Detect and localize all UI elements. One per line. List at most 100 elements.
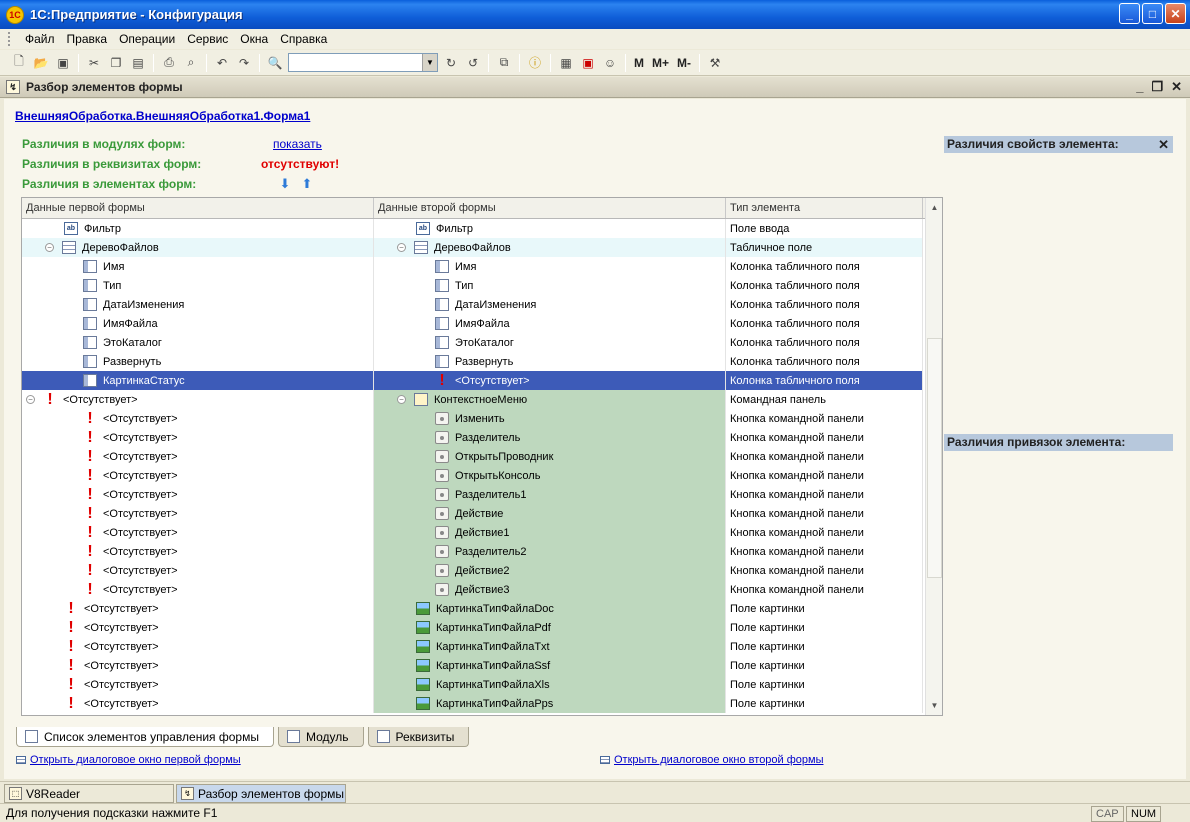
menu-help[interactable]: Справка — [274, 32, 333, 46]
table-row[interactable]: ДатаИзменения ДатаИзменения Колонка таблич… — [22, 295, 942, 314]
column-header-type[interactable]: Тип элемента — [726, 198, 923, 218]
table-row[interactable]: ИмяФайла ИмяФайла Колонка табличного поля — [22, 314, 942, 333]
table-row[interactable]: ! <Отсутствует> КартинкаТипФайлаPps Поле ка… — [22, 694, 942, 713]
table-row[interactable]: ! <Отсутствует> ОткрытьКонсоль Кнопка коман… — [22, 466, 942, 485]
search-input[interactable]: ▼ — [288, 53, 438, 72]
print-icon[interactable]: ⎙ — [160, 54, 178, 72]
collapse-icon[interactable]: − — [397, 395, 406, 404]
open-second-form-link[interactable]: Открыть диалоговое окно второй формы — [600, 754, 824, 766]
table-row[interactable]: ! <Отсутствует> Действие2 Кнопка командной … — [22, 561, 942, 580]
props-diff-title: Различия свойств элемента: — [947, 137, 1119, 151]
cut-icon[interactable]: ✂ — [85, 54, 103, 72]
arrow-up-icon[interactable]: ⬆ — [300, 176, 314, 191]
tools-icon[interactable]: ⚒ — [706, 54, 724, 72]
table-row[interactable]: ! <Отсутствует> Действие1 Кнопка командной … — [22, 523, 942, 542]
vertical-scrollbar[interactable]: ▲ ▼ — [925, 198, 942, 715]
element-type-cell: Командная панель — [726, 390, 923, 409]
memory-minus-button[interactable]: M- — [677, 56, 691, 70]
window-tab-v8reader[interactable]: ⬚ V8Reader — [4, 784, 174, 803]
toolbar-separator — [153, 53, 154, 72]
find-next-icon[interactable]: ↻ — [442, 54, 460, 72]
close-icon[interactable]: ✕ — [1158, 136, 1169, 153]
menu-windows[interactable]: Окна — [234, 32, 274, 46]
print-preview-icon[interactable]: ⌕ — [182, 54, 200, 72]
collapse-icon[interactable]: − — [26, 395, 35, 404]
table-row[interactable]: ! <Отсутствует> Разделитель Кнопка командно… — [22, 428, 942, 447]
tab-attributes[interactable]: Реквизиты — [367, 727, 470, 747]
calculator-icon[interactable]: ▦ — [557, 54, 575, 72]
paste-icon[interactable]: ▤ — [129, 54, 147, 72]
doc-close-icon[interactable]: ✕ — [1171, 79, 1182, 95]
form-icon — [600, 756, 610, 764]
scroll-down-icon[interactable]: ▼ — [927, 697, 942, 714]
menu-edit[interactable]: Правка — [61, 32, 114, 46]
table-row[interactable]: ! <Отсутствует> КартинкаТипФайлаSsf Поле ка… — [22, 656, 942, 675]
chevron-down-icon[interactable]: ▼ — [422, 54, 437, 71]
element-type-cell: Колонка табличного поля — [726, 295, 923, 314]
search-icon[interactable]: 🔍 — [266, 54, 284, 72]
cell-text: Кнопка командной панели — [730, 412, 864, 425]
open-folder-icon[interactable]: 📂 — [32, 54, 50, 72]
menu-operations[interactable]: Операции — [113, 32, 181, 46]
memory-plus-button[interactable]: M+ — [652, 56, 669, 70]
tab-module[interactable]: Модуль — [277, 727, 364, 747]
table-row[interactable]: ! <Отсутствует> КартинкаТипФайлаDoc Поле ка… — [22, 599, 942, 618]
scroll-up-icon[interactable]: ▲ — [927, 199, 942, 216]
info-icon[interactable]: ⓘ — [526, 54, 544, 72]
toolbar: 🗋 📂 ▣ ✂ ❐ ▤ ⎙ ⌕ ↶ ↷ 🔍 ▼ ↻ ↺ ⧉ ⓘ ▦ ▣ ☺ M … — [0, 50, 1190, 76]
table-row[interactable]: ! <Отсутствует> Действие3 Кнопка командной … — [22, 580, 942, 599]
table-row[interactable]: − ДеревоФайлов − ДеревоФайлов Табличное поле — [22, 238, 942, 257]
open-first-form-link[interactable]: Открыть диалоговое окно первой формы — [16, 754, 241, 766]
redo-icon[interactable]: ↷ — [235, 54, 253, 72]
show-modules-link[interactable]: показать — [273, 137, 322, 151]
table-row[interactable]: Тип Тип Колонка табличного поля — [22, 276, 942, 295]
table-row[interactable]: Имя Имя Колонка табличного поля — [22, 257, 942, 276]
new-file-icon[interactable]: 🗋 — [10, 54, 28, 72]
form-link[interactable]: ВнешняяОбработка.ВнешняяОбработка1.Форма… — [15, 109, 310, 123]
cell-text: КартинкаТипФайлаDoc — [436, 602, 554, 615]
table-row[interactable]: ! <Отсутствует> Изменить Кнопка командной п… — [22, 409, 942, 428]
calendar-icon[interactable]: ▣ — [579, 54, 597, 72]
save-icon[interactable]: ▣ — [54, 54, 72, 72]
column-header-second[interactable]: Данные второй формы — [374, 198, 726, 218]
table-row[interactable]: КартинкаСтатус! <Отсутствует> Колонка табл… — [22, 371, 942, 390]
window-tab-form-analysis[interactable]: ↯ Разбор элементов формы — [176, 784, 346, 803]
doc-restore-icon[interactable]: ❐ — [1151, 79, 1163, 95]
menu-file[interactable]: Файл — [19, 32, 61, 46]
minimize-button[interactable]: _ — [1119, 3, 1140, 24]
table-row[interactable]: ! <Отсутствует> Разделитель1 Кнопка командн… — [22, 485, 942, 504]
scroll-thumb[interactable] — [927, 338, 942, 578]
tab-elements-list[interactable]: Список элементов управления формы — [16, 727, 274, 747]
close-button[interactable]: ✕ — [1165, 3, 1186, 24]
cell-text: ИмяФайла — [455, 317, 510, 330]
table-row[interactable]: ! <Отсутствует> Разделитель2 Кнопка командн… — [22, 542, 942, 561]
element-type-cell: Кнопка командной панели — [726, 561, 923, 580]
maximize-button[interactable]: □ — [1142, 3, 1163, 24]
collapse-icon[interactable]: − — [45, 243, 54, 252]
undo-icon[interactable]: ↶ — [213, 54, 231, 72]
memory-button[interactable]: M — [634, 56, 644, 70]
collapse-icon[interactable]: − — [397, 243, 406, 252]
table-column-icon — [435, 317, 449, 330]
table-row[interactable]: ! <Отсутствует> КартинкаТипФайлаPdf Поле ка… — [22, 618, 942, 637]
second-form-cell: Действие1 — [374, 523, 726, 542]
picture-icon — [416, 678, 430, 691]
users-icon[interactable]: ☺ — [601, 54, 619, 72]
find-prev-icon[interactable]: ↺ — [464, 54, 482, 72]
doc-minimize-icon[interactable]: _ — [1136, 79, 1143, 95]
copy-icon[interactable]: ❐ — [107, 54, 125, 72]
menu-grip — [8, 32, 11, 46]
arrow-down-icon[interactable]: ⬇ — [278, 176, 292, 191]
table-row[interactable]: ! <Отсутствует> КартинкаТипФайлаTxt Поле ка… — [22, 637, 942, 656]
table-row[interactable]: −! <Отсутствует> − КонтекстноеМеню Командная… — [22, 390, 942, 409]
menu-service[interactable]: Сервис — [181, 32, 234, 46]
table-row[interactable]: ! <Отсутствует> Действие Кнопка командной п… — [22, 504, 942, 523]
table-row[interactable]: ! <Отсутствует> ОткрытьПроводник Кнопка ком… — [22, 447, 942, 466]
table-row[interactable]: ЭтоКаталог ЭтоКаталог Колонка табличного п… — [22, 333, 942, 352]
table-row[interactable]: Развернуть Развернуть Колонка табличного п… — [22, 352, 942, 371]
command-button-icon — [435, 469, 449, 482]
table-row[interactable]: ab Фильтр ab Фильтр Поле ввода — [22, 219, 942, 238]
windows-icon[interactable]: ⧉ — [495, 54, 513, 72]
table-row[interactable]: ! <Отсутствует> КартинкаТипФайлаXls Поле ка… — [22, 675, 942, 694]
column-header-first[interactable]: Данные первой формы — [22, 198, 374, 218]
